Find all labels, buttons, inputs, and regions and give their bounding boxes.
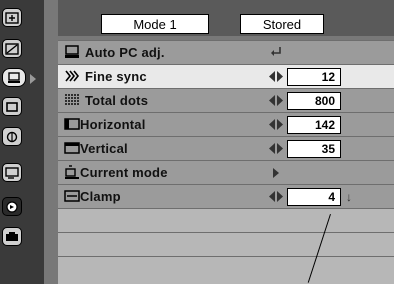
- pc-adjust-icon[interactable]: [2, 68, 26, 87]
- left-right-adjust-icon[interactable]: [269, 143, 283, 154]
- empty-row: [58, 232, 394, 256]
- row-label: Horizontal: [80, 117, 146, 132]
- left-right-adjust-icon[interactable]: [269, 71, 283, 82]
- row-label: Total dots: [85, 93, 149, 108]
- submenu-arrow-icon[interactable]: [273, 168, 279, 178]
- menu-row-horizontal[interactable]: Horizontal 142: [58, 112, 394, 136]
- enter-icon: [271, 47, 281, 56]
- clamp-icon: [64, 190, 80, 202]
- vertical-icon: [64, 142, 80, 154]
- active-tab-pointer: [30, 74, 36, 84]
- fine-sync-icon: [65, 70, 80, 82]
- menu-row-clamp[interactable]: Clamp 4 ↓: [58, 184, 394, 208]
- auto-pc-adj-icon: [65, 45, 79, 58]
- left-right-adjust-icon[interactable]: [269, 191, 283, 202]
- empty-row: [58, 208, 394, 232]
- image-adjust-icon[interactable]: [2, 39, 22, 58]
- row-label: Clamp: [80, 189, 121, 204]
- row-label: Auto PC adj.: [85, 45, 165, 60]
- menu-row-fine-sync[interactable]: Fine sync 12: [58, 64, 394, 88]
- empty-row: [58, 256, 394, 284]
- total-dots-icon: [65, 94, 79, 106]
- value-field[interactable]: 4: [287, 188, 341, 206]
- input-icon[interactable]: [2, 8, 22, 27]
- stored-label: Stored: [240, 14, 324, 34]
- screen-icon[interactable]: [2, 97, 22, 116]
- row-label: Fine sync: [85, 69, 147, 84]
- menu-row-total-dots[interactable]: Total dots 800: [58, 88, 394, 112]
- value-field[interactable]: 35: [287, 140, 341, 158]
- mode-label: Mode 1: [101, 14, 209, 34]
- row-label: Current mode: [80, 165, 168, 180]
- menu-row-auto-pc-adj[interactable]: Auto PC adj.: [58, 40, 394, 64]
- lamp-icon[interactable]: [2, 227, 22, 246]
- left-right-adjust-icon[interactable]: [269, 95, 283, 106]
- menu-tab-column: [0, 0, 44, 284]
- menu-row-vertical[interactable]: Vertical 35: [58, 136, 394, 160]
- color-icon[interactable]: [2, 127, 22, 146]
- pc-adjust-panel: Mode 1 Stored Auto PC adj. Fine sync 12 …: [44, 0, 394, 284]
- value-field[interactable]: 142: [287, 116, 341, 134]
- sound-icon[interactable]: [2, 197, 22, 216]
- setting-icon[interactable]: [2, 163, 22, 182]
- left-right-adjust-icon[interactable]: [269, 119, 283, 130]
- value-field[interactable]: 12: [287, 68, 341, 86]
- menu-row-current-mode[interactable]: Current mode: [58, 160, 394, 184]
- row-label: Vertical: [80, 141, 128, 156]
- value-field[interactable]: 800: [287, 92, 341, 110]
- scroll-down-icon[interactable]: ↓: [346, 190, 352, 204]
- mode-header: Mode 1 Stored: [58, 0, 394, 36]
- current-mode-icon: [65, 165, 79, 179]
- horizontal-icon: [64, 118, 80, 130]
